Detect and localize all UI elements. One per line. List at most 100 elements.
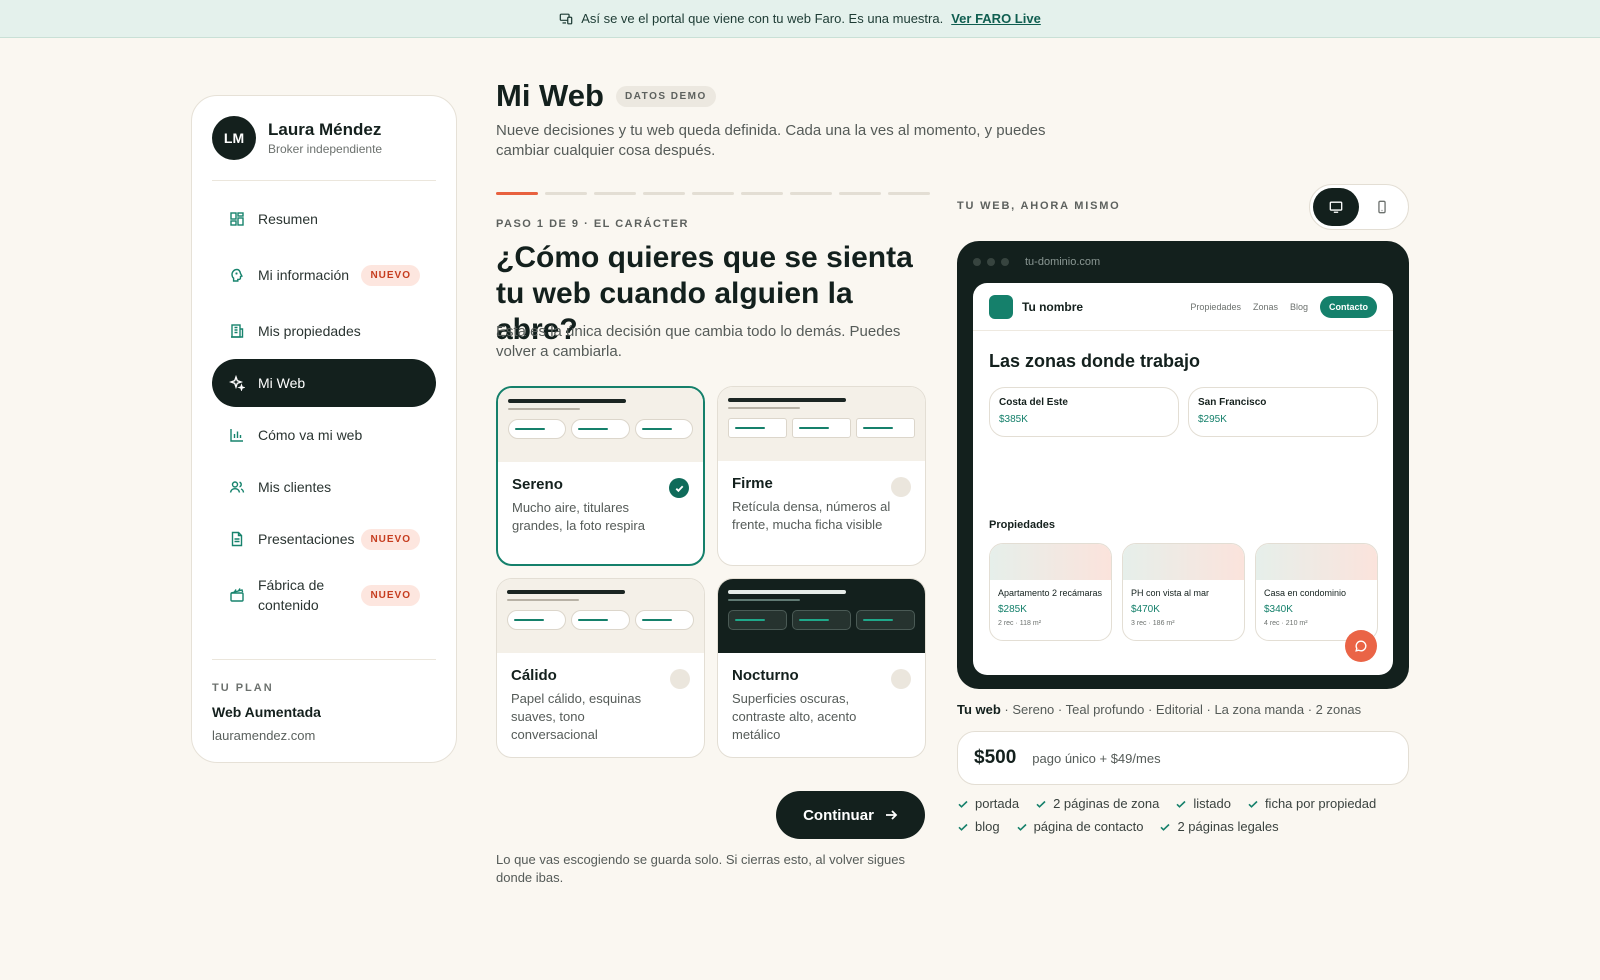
preview-url: tu-dominio.com — [1025, 256, 1101, 268]
site-logo — [989, 294, 1013, 319]
radio-button[interactable] — [891, 669, 911, 689]
document-icon — [228, 530, 246, 548]
sidebar-item-label: Resumen — [258, 211, 318, 227]
summary-label: Tu web — [957, 702, 1001, 717]
page-header: Mi Web DATOS DEMO — [496, 78, 716, 114]
sidebar-item-mi-informacion[interactable]: Mi información NUEVO — [212, 247, 436, 303]
sidebar-item-como-va-mi-web[interactable]: Cómo va mi web — [212, 411, 436, 459]
option-preview — [497, 579, 704, 653]
option-card-nocturno[interactable]: Nocturno Superficies oscuras, contraste … — [717, 578, 926, 758]
step-progress — [496, 192, 930, 195]
option-name: Sereno — [512, 476, 563, 493]
sidebar-item-mis-clientes[interactable]: Mis clientes — [212, 463, 436, 511]
feature-label: blog — [975, 819, 1000, 834]
sidebar-item-mi-web[interactable]: Mi Web — [212, 359, 436, 407]
faro-live-link[interactable]: Ver FARO Live — [951, 11, 1041, 26]
sidebar-item-label: Mi información — [258, 267, 350, 283]
price-amount: $500 — [974, 747, 1017, 768]
feature-label: listado — [1193, 796, 1231, 811]
sidebar-item-presentaciones[interactable]: Presentaciones NUEVO — [212, 515, 436, 563]
feature-list: portada 2 páginas de zona listado ficha … — [957, 795, 1417, 835]
feature-label: página de contacto — [1033, 819, 1144, 834]
avatar: LM — [212, 116, 256, 160]
zone-name: San Francisco — [1198, 397, 1267, 408]
step-description: Esta es la única decisión que cambia tod… — [496, 323, 901, 360]
step-label: PASO 1 DE 9 · EL CARÁCTER — [496, 218, 689, 230]
radio-button[interactable] — [891, 477, 911, 497]
continue-label: Continuar — [803, 806, 874, 824]
zone-card: San Francisco $295K — [1188, 387, 1378, 437]
page-title: Mi Web — [496, 78, 604, 113]
option-card-calido[interactable]: Cálido Papel cálido, esquinas suaves, to… — [496, 578, 705, 758]
sidebar-item-fabrica-de-contenido[interactable]: Fábrica de contenido NUEVO — [212, 567, 436, 623]
step-segment — [496, 192, 538, 195]
new-badge: NUEVO — [361, 264, 420, 286]
sidebar-item-mis-propiedades[interactable]: Mis propiedades — [212, 307, 436, 355]
feature-item: listado — [1175, 795, 1231, 812]
user-name: Laura Méndez — [268, 120, 382, 139]
building-icon — [228, 322, 246, 340]
clapperboard-icon — [228, 586, 246, 604]
property-title: Casa en condominio — [1264, 588, 1347, 598]
property-title: Apartamento 2 recámaras — [998, 588, 1103, 598]
check-icon — [1160, 823, 1171, 831]
check-icon — [1248, 800, 1258, 808]
sidebar: LM Laura Méndez Broker independiente Res… — [191, 95, 457, 763]
feature-item: página de contacto — [1016, 818, 1144, 835]
check-icon — [1176, 800, 1186, 808]
sidebar-nav: Resumen Mi información NUEVO Mis propied… — [212, 195, 436, 623]
zone-card: Costa del Este $385K — [989, 387, 1179, 437]
property-image — [1256, 544, 1377, 580]
step-segment — [790, 192, 832, 195]
devices-icon — [559, 13, 573, 24]
phone-icon — [1378, 200, 1386, 214]
continue-button[interactable]: Continuar — [776, 791, 925, 839]
option-card-sereno[interactable]: Sereno Mucho aire, titulares grandes, la… — [496, 386, 705, 566]
feature-label: 2 páginas de zona — [1053, 796, 1160, 811]
check-icon — [958, 823, 968, 831]
step-segment — [594, 192, 636, 195]
zone-list: Costa del Este $385K San Francisco $295K — [989, 387, 1378, 437]
sidebar-item-label: Fábrica de contenido — [258, 577, 325, 613]
price-box: $500 pago único + $49/mes — [957, 731, 1409, 785]
site-contact-button: Contacto — [1320, 295, 1377, 318]
property-meta: 3 rec · 186 m² — [1131, 620, 1175, 627]
feature-item: 2 páginas de zona — [1035, 795, 1159, 812]
feature-label: portada — [975, 796, 1020, 811]
plan-heading: TU PLAN — [212, 682, 274, 694]
check-icon — [1017, 823, 1027, 831]
monitor-icon — [1329, 201, 1343, 213]
feature-item: blog — [957, 818, 1000, 835]
radio-button[interactable] — [670, 669, 690, 689]
preview-label: TU WEB, AHORA MISMO — [957, 200, 1121, 212]
site-nav-link: Blog — [1289, 301, 1308, 312]
dashboard-icon — [228, 210, 246, 228]
feature-item: portada — [957, 795, 1019, 812]
plan-domain: lauramendez.com — [212, 728, 316, 743]
option-description: Mucho aire, titulares grandes, la foto r… — [512, 500, 645, 533]
banner-text: Así se ve el portal que viene con tu web… — [581, 11, 944, 26]
property-image — [990, 544, 1111, 580]
zone-price: $385K — [999, 414, 1028, 425]
properties-heading: Propiedades — [989, 519, 1056, 531]
step-segment — [888, 192, 930, 195]
sidebar-item-label: Mi Web — [258, 375, 306, 391]
sidebar-item-resumen[interactable]: Resumen — [212, 195, 436, 243]
option-card-firme[interactable]: Firme Retícula densa, números al frente,… — [717, 386, 926, 566]
property-card: Casa en condominio $340K 4 rec · 210 m² — [1255, 543, 1378, 641]
feature-item: 2 páginas legales — [1159, 818, 1279, 835]
option-preview — [718, 387, 925, 461]
check-icon[interactable] — [669, 478, 689, 498]
feature-label: 2 páginas legales — [1177, 819, 1279, 834]
sidebar-item-label: Mis propiedades — [258, 323, 361, 339]
device-toggle — [1309, 184, 1409, 230]
property-title: PH con vista al mar — [1131, 588, 1210, 598]
option-description: Superficies oscuras, contraste alto, ace… — [732, 691, 857, 742]
sidebar-item-label: Cómo va mi web — [258, 427, 363, 443]
desktop-view-button[interactable] — [1313, 188, 1359, 226]
property-meta: 4 rec · 210 m² — [1264, 620, 1308, 627]
sidebar-item-label: Mis clientes — [258, 479, 332, 495]
feature-label: ficha por propiedad — [1264, 796, 1377, 811]
mobile-view-button[interactable] — [1359, 188, 1405, 226]
option-name: Nocturno — [732, 667, 799, 684]
